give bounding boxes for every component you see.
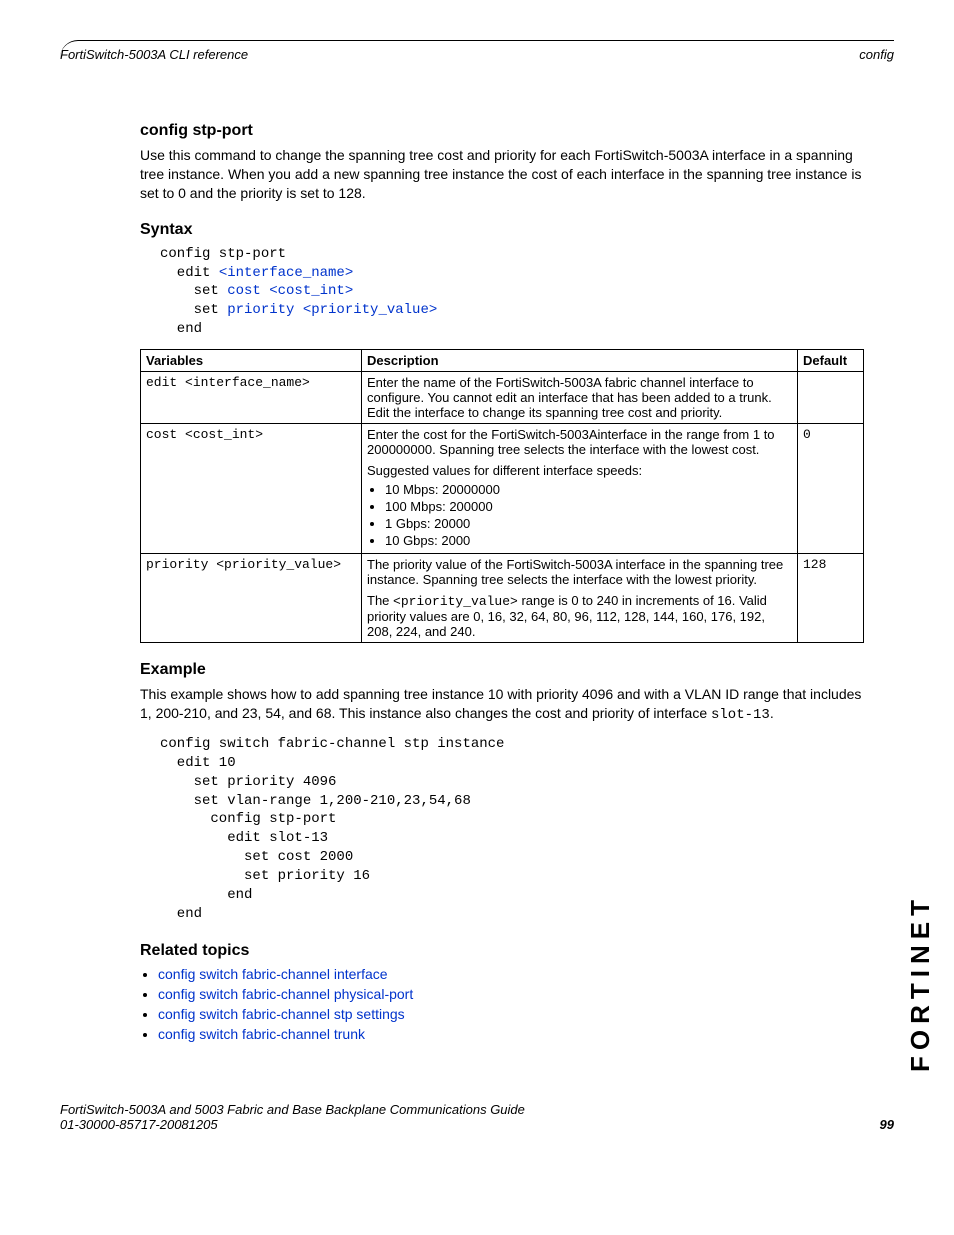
fortinet-logo: FORTINET (905, 894, 936, 1072)
syntax-block: config stp-port edit <interface_name> se… (160, 245, 864, 339)
related-link-trunk[interactable]: config switch fabric-channel trunk (158, 1026, 365, 1042)
related-link-interface[interactable]: config switch fabric-channel interface (158, 966, 388, 982)
page-content: config stp-port Use this command to chan… (140, 122, 864, 1042)
header-right: config (859, 47, 894, 62)
related-link-stp-settings[interactable]: config switch fabric-channel stp setting… (158, 1006, 405, 1022)
col-header-description: Description (362, 350, 798, 372)
section-title-config-stp-port: config stp-port (140, 122, 864, 140)
syntax-heading: Syntax (140, 221, 864, 239)
col-header-variables: Variables (141, 350, 362, 372)
example-intro: This example shows how to add spanning t… (140, 685, 864, 725)
related-topics-heading: Related topics (140, 942, 864, 960)
page-footer: FortiSwitch-5003A and 5003 Fabric and Ba… (60, 1102, 894, 1132)
table-header-row: Variables Description Default (141, 350, 864, 372)
example-code-block: config switch fabric-channel stp instanc… (160, 735, 864, 924)
footer-docid: 01-30000-85717-20081205 (60, 1117, 525, 1132)
col-header-default: Default (798, 350, 864, 372)
variables-table: Variables Description Default edit <inte… (140, 349, 864, 643)
footer-title: FortiSwitch-5003A and 5003 Fabric and Ba… (60, 1102, 525, 1117)
page-header: FortiSwitch-5003A CLI reference config (60, 40, 894, 62)
table-row: edit <interface_name> Enter the name of … (141, 372, 864, 424)
table-row: cost <cost_int> Enter the cost for the F… (141, 424, 864, 554)
related-link-physical-port[interactable]: config switch fabric-channel physical-po… (158, 986, 413, 1002)
header-left: FortiSwitch-5003A CLI reference (60, 47, 248, 62)
example-heading: Example (140, 661, 864, 679)
related-topics-list: config switch fabric-channel interface c… (140, 966, 864, 1042)
page-number: 99 (880, 1117, 894, 1132)
section-intro: Use this command to change the spanning … (140, 146, 864, 203)
table-row: priority <priority_value> The priority v… (141, 554, 864, 643)
